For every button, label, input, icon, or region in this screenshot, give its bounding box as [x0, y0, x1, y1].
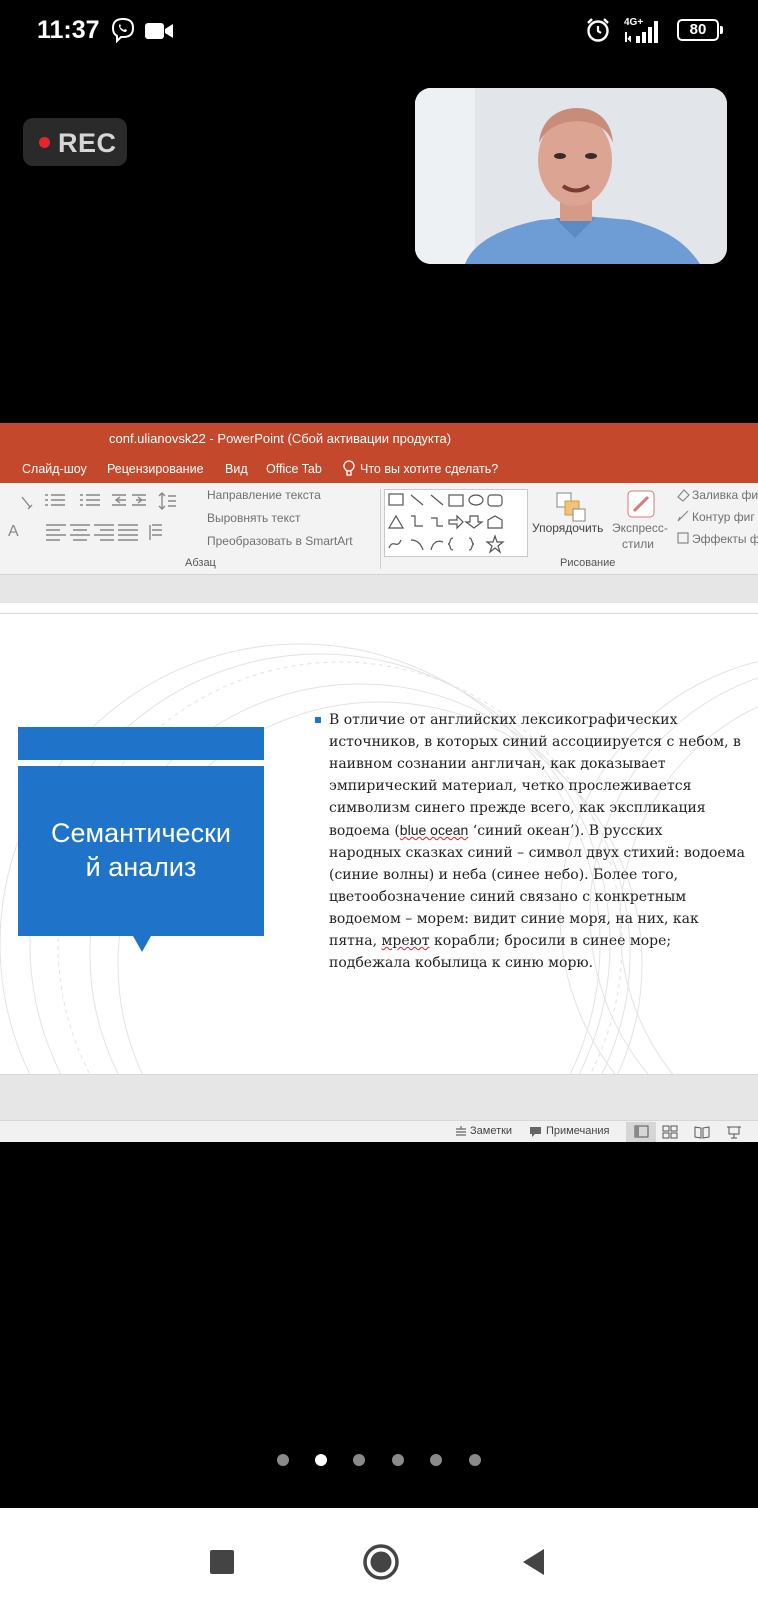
participant-video-tile[interactable]	[415, 88, 727, 264]
body-line: водоема (blue ocean ‘синий океан’). В ру…	[329, 819, 739, 842]
participant-video	[415, 88, 727, 264]
lightbulb-icon	[343, 460, 355, 476]
body-line: народных сказках синий – символ двух сти…	[329, 845, 745, 861]
text-direction-button[interactable]: Направление текста	[207, 488, 321, 502]
body-fragment: ‘синий океан’). В русских	[468, 823, 663, 839]
shape-effects-button[interactable]: Эффекты ф	[692, 532, 758, 546]
comments-icon	[530, 1127, 541, 1137]
status-bar: 11:37 4G+ 80	[0, 0, 758, 64]
tab-office-tab[interactable]: Office Tab	[266, 462, 322, 476]
slide-title-line1: Семантически	[51, 818, 231, 848]
body-line: источников, в которых синий ассоциируетс…	[329, 734, 741, 750]
paragraph-group-label: Абзац	[185, 557, 216, 569]
slide-canvas[interactable]: Семантически й анализ В отличие от англи…	[0, 613, 758, 1075]
quick-styles-icon	[627, 490, 655, 518]
back-button[interactable]	[522, 1548, 546, 1576]
page-dot[interactable]	[392, 1454, 404, 1466]
page-indicator	[0, 1452, 758, 1468]
alarm-icon	[587, 18, 609, 42]
recording-indicator: REC	[23, 118, 127, 166]
notes-icon	[456, 1126, 466, 1136]
body-line: символизм синего прежде всего, как экспл…	[329, 800, 706, 816]
navigation-bar	[0, 1508, 758, 1600]
align-text-button[interactable]: Выровнять текст	[207, 511, 300, 525]
drawing-group-label: Рисование	[560, 557, 616, 569]
shape-format-icons	[677, 489, 690, 544]
recording-label: REC	[58, 128, 117, 158]
ribbon: A Направление текста Выровнять текст Пре…	[0, 483, 758, 575]
notes-button[interactable]: Заметки	[470, 1125, 512, 1137]
shared-screen: conf.ulianovsk22 - PowerPoint (Сбой акти…	[0, 423, 758, 1142]
misspelled-word: мреют	[381, 933, 430, 949]
page-dot[interactable]	[277, 1454, 289, 1466]
body-fragment: водоема (	[329, 823, 400, 839]
shapes-gallery[interactable]	[384, 489, 528, 557]
battery-icon: 80	[677, 19, 719, 41]
callout-pointer	[133, 936, 151, 952]
recording-dot-icon	[39, 137, 50, 148]
paragraph-format-icons: A	[8, 492, 176, 541]
page-dot[interactable]	[469, 1454, 481, 1466]
body-line: (синие волны) и неба (синее небо). Более…	[329, 867, 679, 883]
comments-button[interactable]: Примечания	[546, 1125, 610, 1137]
page-dot[interactable]	[353, 1454, 365, 1466]
body-fragment: пятна,	[329, 933, 382, 949]
body-line: пятна, мреют корабли; бросили в синее мо…	[329, 930, 739, 952]
clock: 11:37	[37, 16, 100, 44]
battery-cap	[720, 26, 723, 34]
slideshow-icon[interactable]	[726, 1125, 742, 1139]
shape-fill-button[interactable]: Заливка фи	[692, 488, 758, 502]
slide-title: Семантически й анализ	[18, 816, 264, 884]
ribbon-separator	[380, 489, 381, 569]
video-call-icon	[145, 23, 173, 39]
signal-icon	[625, 21, 658, 43]
recents-button[interactable]	[210, 1550, 234, 1574]
normal-view-icon	[634, 1125, 649, 1138]
body-fragment: корабли; бросили в синее море;	[429, 933, 672, 949]
bullet-icon	[315, 717, 321, 723]
body-line: В отличие от английских лексикографическ…	[329, 712, 678, 728]
ribbon-tabs: Слайд-шоу Рецензирование Вид Office Tab …	[0, 455, 758, 483]
battery-level: 80	[689, 21, 707, 38]
window-title: conf.ulianovsk22 - PowerPoint (Сбой акти…	[109, 431, 452, 446]
page-dot-active[interactable]	[315, 1454, 327, 1466]
page-dot[interactable]	[430, 1454, 442, 1466]
quick-styles-button[interactable]: Экспресс-	[612, 521, 668, 535]
tab-slideshow[interactable]: Слайд-шоу	[22, 462, 87, 476]
viber-icon	[111, 17, 135, 43]
ppt-titlebar: conf.ulianovsk22 - PowerPoint (Сбой акти…	[0, 423, 758, 455]
tab-view[interactable]: Вид	[225, 462, 248, 476]
shape-outline-button[interactable]: Контур фиг	[692, 510, 755, 524]
slide-body[interactable]: В отличие от английских лексикографическ…	[329, 709, 745, 974]
title-accent-bar	[18, 727, 264, 760]
normal-view-button[interactable]	[626, 1122, 656, 1142]
body-line: наивном сознании англичан, как доказывае…	[329, 756, 666, 772]
body-line: цветообозначение синий связано с конкрет…	[329, 889, 687, 905]
slide-sorter-icon[interactable]	[662, 1125, 678, 1139]
body-line: подбежала кобылица к синю морю.	[329, 955, 594, 971]
english-phrase: blue ocean	[399, 822, 469, 838]
title-callout[interactable]: Семантически й анализ	[18, 766, 264, 936]
arrange-button[interactable]: Упорядочить	[532, 521, 603, 535]
convert-smartart-button[interactable]: Преобразовать в SmartArt	[207, 534, 353, 548]
ppt-statusbar: Заметки Примечания	[0, 1120, 758, 1142]
slide-title-line2: й анализ	[85, 852, 197, 882]
quick-styles-button-line2[interactable]: стили	[622, 537, 654, 551]
body-line: водоемом – морем: видит синие моря, на н…	[329, 911, 699, 927]
body-line: эмпирический материал, четко прослеживае…	[329, 778, 692, 794]
arrange-icon	[556, 492, 586, 522]
svg-text:A: A	[8, 523, 19, 540]
tell-me-search[interactable]: Что вы хотите сделать?	[360, 462, 498, 476]
shapes-icons	[387, 493, 505, 554]
editor-background-top	[0, 575, 758, 603]
home-button[interactable]	[362, 1543, 400, 1581]
tab-review[interactable]: Рецензирование	[107, 462, 204, 476]
reading-view-icon[interactable]	[694, 1125, 710, 1139]
editor-background-bottom	[0, 1075, 758, 1121]
